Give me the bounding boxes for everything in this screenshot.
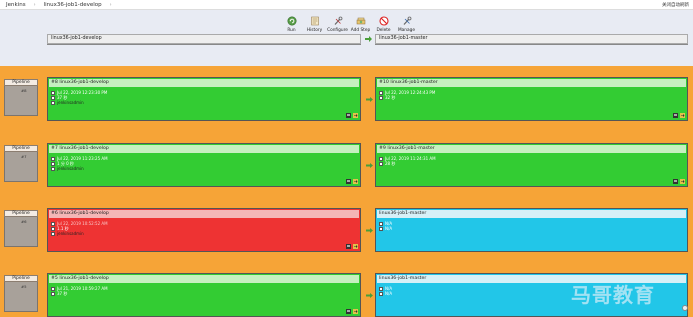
calendar-icon [379, 156, 383, 161]
build-card-develop[interactable]: #6 linux36-job1-develop Jul 22, 2019 10:… [47, 208, 361, 252]
delete-label: Delete [376, 28, 391, 33]
clock-icon [51, 291, 55, 296]
build-card-master[interactable]: linux36-job1-master N/A N/A [375, 208, 688, 252]
build-duration: N/A [379, 226, 392, 231]
toolbar: Run History Configure Add Step Delete Ma… [280, 16, 418, 33]
calendar-icon [379, 286, 383, 291]
rebuild-icon[interactable] [353, 244, 358, 249]
stage-arrow-icon [365, 36, 372, 42]
breadcrumb-separator-2: › [109, 1, 112, 8]
clock-icon [379, 291, 383, 296]
clock-icon [51, 161, 55, 166]
add-step-label: Add Step [350, 28, 371, 33]
breadcrumb: Jenkins › linux36-job1-develop › [0, 0, 693, 10]
watermark-logo: 马哥教育 [571, 283, 655, 307]
pipeline-number: #6 [21, 219, 27, 224]
pipeline-box: #6 [4, 217, 38, 247]
settings-icon[interactable] [682, 305, 688, 311]
manage-icon [403, 16, 411, 25]
flow-arrow-icon [366, 97, 373, 102]
history-label: History [306, 28, 323, 33]
build-card-master[interactable]: #10 linux36-job1-master Jul 22, 2019 12:… [375, 77, 688, 121]
flow-arrow-icon [366, 293, 373, 298]
calendar-icon [51, 156, 55, 161]
pipeline-box: #8 [4, 86, 38, 116]
build-card-master[interactable]: #9 linux36-job1-master Jul 22, 2019 11:2… [375, 143, 688, 187]
pipeline-box: #5 [4, 282, 38, 312]
user-icon [51, 231, 55, 236]
configure-label: Configure [327, 28, 348, 33]
build-card-develop[interactable]: #7 linux36-job1-develop Jul 22, 2019 11:… [47, 143, 361, 187]
clock-icon [51, 226, 55, 231]
rebuild-icon[interactable] [353, 179, 358, 184]
run-icon [287, 16, 296, 26]
add-step-icon [356, 17, 365, 25]
build-duration: N/A [379, 291, 392, 296]
configure-button[interactable]: Configure [326, 16, 349, 33]
clock-icon [51, 95, 55, 100]
pipeline-number: #5 [21, 284, 27, 289]
build-title[interactable]: #10 linux36-job1-master [377, 79, 686, 87]
build-user: jenkinsadmin [51, 100, 84, 105]
user-icon [51, 100, 55, 105]
calendar-icon [379, 221, 383, 226]
console-icon[interactable] [346, 309, 351, 314]
pipeline-label[interactable]: Pipeline [4, 210, 38, 217]
flow-arrow-icon [366, 163, 373, 168]
rebuild-icon[interactable] [353, 309, 358, 314]
console-icon[interactable] [346, 244, 351, 249]
console-icon[interactable] [346, 179, 351, 184]
console-icon[interactable] [673, 179, 678, 184]
build-duration: 32 秒 [379, 95, 395, 100]
build-title[interactable]: #7 linux36-job1-develop [49, 145, 359, 153]
stage-header-master[interactable]: linux36-job1-master [375, 34, 688, 44]
stage-header-develop[interactable]: linux36-job1-develop [47, 34, 361, 44]
breadcrumb-separator: › [33, 1, 36, 8]
configure-icon [334, 16, 342, 25]
build-title[interactable]: linux36-job1-master [377, 210, 686, 218]
calendar-icon [379, 90, 383, 95]
history-button[interactable]: History [303, 16, 326, 33]
console-icon[interactable] [346, 113, 351, 118]
pipeline-label[interactable]: Pipeline [4, 275, 38, 282]
pipeline-number: #7 [21, 154, 27, 159]
disable-auto-refresh-link[interactable]: 关闭自动刷新 [662, 2, 689, 8]
build-title[interactable]: #5 linux36-job1-develop [49, 275, 359, 283]
build-user: jenkinsadmin [51, 166, 84, 171]
manage-button[interactable]: Manage [395, 16, 418, 33]
build-card-develop[interactable]: #8 linux36-job1-develop Jul 22, 2019 12:… [47, 77, 361, 121]
manage-label: Manage [397, 28, 416, 33]
build-title[interactable]: #9 linux36-job1-master [377, 145, 686, 153]
history-icon [310, 16, 319, 26]
calendar-icon [51, 221, 55, 226]
flow-arrow-icon [366, 228, 373, 233]
rebuild-icon[interactable] [680, 113, 685, 118]
rebuild-icon[interactable] [353, 113, 358, 118]
console-icon[interactable] [673, 113, 678, 118]
build-user: jenkinsadmin [51, 231, 84, 236]
clock-icon [379, 161, 383, 166]
user-icon [51, 166, 55, 171]
build-duration: 37 秒 [51, 291, 67, 296]
add-step-button[interactable]: Add Step [349, 16, 372, 33]
build-card-develop[interactable]: #5 linux36-job1-develop Jul 21, 2019 10:… [47, 273, 361, 317]
rebuild-icon[interactable] [680, 179, 685, 184]
build-title[interactable]: #6 linux36-job1-develop [49, 210, 359, 218]
pipeline-number: #8 [21, 88, 27, 93]
calendar-icon [51, 90, 55, 95]
breadcrumb-jenkins[interactable]: Jenkins [6, 2, 26, 8]
pipeline-label[interactable]: Pipeline [4, 79, 38, 86]
pipeline-label[interactable]: Pipeline [4, 145, 38, 152]
delete-icon [378, 16, 389, 26]
run-button[interactable]: Run [280, 16, 303, 33]
clock-icon [379, 95, 383, 100]
breadcrumb-job[interactable]: linux36-job1-develop [44, 2, 102, 8]
build-duration: 28 秒 [379, 161, 395, 166]
run-label: Run [287, 28, 296, 33]
calendar-icon [51, 286, 55, 291]
build-title[interactable]: #8 linux36-job1-develop [49, 79, 359, 87]
delete-button[interactable]: Delete [372, 16, 395, 33]
pipeline-box: #7 [4, 152, 38, 182]
clock-icon [379, 226, 383, 231]
